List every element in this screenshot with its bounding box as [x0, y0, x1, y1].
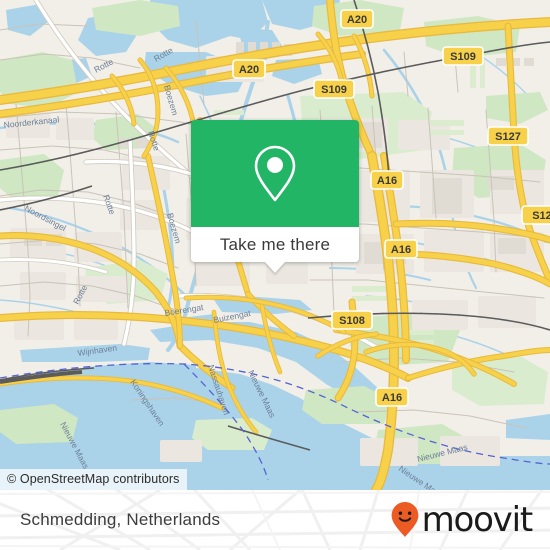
svg-text:A16: A16: [391, 244, 411, 256]
popup-cta[interactable]: Take me there: [191, 227, 359, 262]
moovit-smiley-pin-icon: [391, 502, 418, 537]
footer-bar: Schmedding, Netherlands moovit: [0, 490, 550, 550]
svg-text:S108: S108: [339, 315, 365, 327]
map-pin-icon: [254, 145, 296, 201]
svg-text:A20: A20: [347, 14, 367, 26]
svg-text:S12: S12: [532, 210, 550, 222]
moovit-wordmark: moovit: [421, 500, 534, 540]
svg-text:A16: A16: [377, 175, 397, 187]
popup-header: [191, 120, 359, 227]
place-name: Schmedding, Netherlands: [20, 510, 221, 529]
moovit-map-screenshot: .land{fill:#f2efe9;} .blk{fill:#ebe7e0;}…: [0, 0, 550, 550]
map-attribution[interactable]: © OpenStreetMap contributors: [0, 469, 187, 490]
svg-text:A20: A20: [239, 64, 259, 76]
svg-text:S127: S127: [495, 131, 521, 143]
popup-tail: [265, 262, 285, 273]
svg-text:S109: S109: [450, 51, 476, 63]
moovit-logo[interactable]: moovit: [390, 500, 534, 540]
svg-text:A16: A16: [382, 392, 402, 404]
take-me-there-popup[interactable]: Take me there: [191, 120, 359, 273]
svg-text:S109: S109: [321, 84, 347, 96]
popup-cta-label: Take me there: [219, 234, 331, 254]
